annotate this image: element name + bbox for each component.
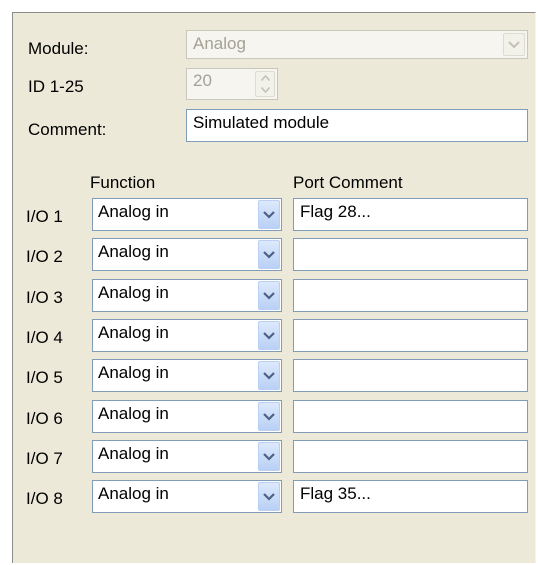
port-comment-value: Flag 35... [300,484,371,503]
port-comment-value: Flag 28... [300,202,371,221]
port-comment-field[interactable] [293,359,528,392]
function-dropdown[interactable]: Analog in [92,238,282,271]
io-label: I/O 4 [26,328,63,347]
io-label: I/O 5 [26,368,63,387]
io-label: I/O 3 [26,288,63,307]
function-dropdown[interactable]: Analog in [92,198,282,231]
function-dropdown[interactable]: Analog in [92,359,282,392]
port-comment-header: Port Comment [293,173,403,192]
chevron-down-icon[interactable] [258,240,280,269]
chevron-down-icon[interactable] [258,442,280,471]
function-value: Analog in [98,242,169,261]
id-value: 20 [193,71,212,90]
chevron-down-icon[interactable] [503,33,525,56]
function-header: Function [90,173,156,192]
port-comment-field[interactable]: Flag 28... [293,198,528,231]
function-value: Analog in [98,444,169,463]
io-label: I/O 1 [26,207,63,226]
comment-value: Simulated module [193,113,330,132]
arrow-up-icon[interactable] [260,75,270,81]
port-comment-field[interactable] [293,279,528,312]
chevron-down-icon[interactable] [258,321,280,350]
function-dropdown[interactable]: Analog in [92,400,282,433]
port-comment-field[interactable] [293,319,528,352]
port-comment-field[interactable] [293,440,528,473]
port-comment-field[interactable] [293,238,528,271]
spinner-buttons[interactable] [255,71,275,97]
module-dropdown[interactable]: Analog [186,30,528,59]
chevron-down-icon[interactable] [258,402,280,431]
id-label: ID 1-25 [28,77,84,96]
chevron-down-icon[interactable] [258,482,280,511]
function-value: Analog in [98,404,169,423]
function-dropdown[interactable]: Analog in [92,440,282,473]
chevron-down-icon[interactable] [258,281,280,310]
module-label: Module: [28,39,89,58]
module-value: Analog [193,34,246,53]
io-label: I/O 2 [26,247,63,266]
comment-label: Comment: [28,120,107,139]
function-value: Analog in [98,283,169,302]
function-dropdown[interactable]: Analog in [92,480,282,513]
function-value: Analog in [98,202,169,221]
io-label: I/O 6 [26,409,63,428]
function-dropdown[interactable]: Analog in [92,279,282,312]
port-comment-field[interactable] [293,400,528,433]
chevron-down-icon[interactable] [258,361,280,390]
id-spinner[interactable]: 20 [186,68,278,100]
comment-field[interactable]: Simulated module [186,109,528,142]
function-value: Analog in [98,323,169,342]
io-label: I/O 7 [26,449,63,468]
function-value: Analog in [98,484,169,503]
chevron-down-icon[interactable] [258,200,280,229]
function-dropdown[interactable]: Analog in [92,319,282,352]
port-comment-field[interactable]: Flag 35... [293,480,528,513]
arrow-down-icon[interactable] [260,87,270,93]
io-label: I/O 8 [26,489,63,508]
function-value: Analog in [98,363,169,382]
module-settings-panel: Module: Analog ID 1-25 20 Comment: Simul… [12,12,536,563]
